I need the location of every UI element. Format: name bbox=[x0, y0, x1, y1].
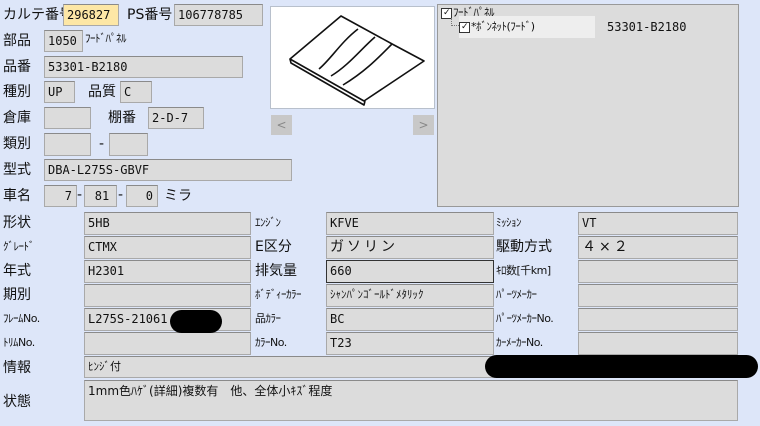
shelf-label: 棚番 bbox=[108, 110, 136, 126]
part-no-label: 品番 bbox=[3, 59, 31, 75]
grid-label: ﾊﾟｰﾂﾒｰｶｰNo. bbox=[496, 312, 554, 325]
grid-label: 形状 bbox=[3, 215, 31, 231]
grid-field[interactable]: ガソリン bbox=[326, 236, 494, 259]
car-label: 車名 bbox=[3, 188, 31, 204]
grid-field[interactable]: 660 bbox=[326, 260, 494, 283]
grid-field[interactable]: T23 bbox=[326, 332, 494, 355]
ps-no-field[interactable]: 106778785 bbox=[174, 4, 263, 26]
grid-field[interactable]: BC bbox=[326, 308, 494, 331]
grid-label: ｶｰﾒｰｶｰNo. bbox=[496, 336, 543, 349]
grid-field[interactable]: VT bbox=[578, 212, 738, 235]
car-sep-1: - bbox=[77, 187, 83, 203]
hood-panel-sketch bbox=[289, 15, 425, 106]
car-sep-2: - bbox=[118, 187, 124, 203]
grid-field[interactable]: CTMX bbox=[84, 236, 251, 259]
tree-connector bbox=[451, 18, 459, 26]
shelf-field[interactable]: 2-D-7 bbox=[148, 107, 204, 129]
grid-field[interactable] bbox=[84, 332, 251, 355]
state-label: 状態 bbox=[3, 394, 31, 410]
grid-label: ﾄﾘﾑNo. bbox=[3, 336, 35, 349]
part-label: 部品 bbox=[3, 33, 31, 49]
car-name: ミラ bbox=[164, 188, 192, 204]
part-no-field[interactable]: 53301-B2180 bbox=[44, 56, 243, 78]
grid-field[interactable]: H2301 bbox=[84, 260, 251, 283]
info-label: 情報 bbox=[3, 360, 31, 376]
checkbox-checked-icon[interactable]: ✓ bbox=[459, 21, 470, 33]
category-label: 類別 bbox=[3, 136, 31, 152]
warehouse-label: 倉庫 bbox=[3, 110, 31, 126]
grid-label: 駆動方式 bbox=[496, 239, 552, 255]
grid-label: E区分 bbox=[255, 239, 292, 255]
grid-field[interactable]: 5HB bbox=[84, 212, 251, 235]
kind-field[interactable]: UP bbox=[44, 81, 75, 103]
category-field-2[interactable] bbox=[109, 133, 148, 156]
karte-no-field[interactable]: 296827 bbox=[63, 4, 119, 26]
model-label: 型式 bbox=[3, 162, 31, 178]
category-field-1[interactable] bbox=[44, 133, 91, 156]
parts-tree[interactable]: ✓ ﾌｰﾄﾞﾊﾟﾈﾙ ✓ *ﾎﾞﾝﾈｯﾄ(ﾌｰﾄﾞ) 53301-B2180 bbox=[437, 4, 739, 207]
tree-child[interactable]: ✓ *ﾎﾞﾝﾈｯﾄ(ﾌｰﾄﾞ) 53301-B2180 bbox=[459, 16, 686, 38]
grid-field[interactable] bbox=[578, 260, 738, 283]
grid-label: 年式 bbox=[3, 263, 31, 279]
kind-label: 種別 bbox=[3, 84, 31, 100]
state-field[interactable]: 1mm色ﾊｹﾞ(詳細)複数有 他、全体小ｷｽﾞ程度 bbox=[84, 380, 738, 421]
grid-field[interactable] bbox=[84, 284, 251, 307]
redaction-mark bbox=[170, 310, 222, 333]
grid-label: ﾌﾚｰﾑNo. bbox=[3, 312, 40, 325]
grid-field[interactable] bbox=[578, 284, 738, 307]
grid-field[interactable] bbox=[578, 332, 738, 355]
checkbox-checked-icon[interactable]: ✓ bbox=[441, 7, 452, 19]
grid-label: ﾎﾞﾃﾞｨｰｶﾗｰ bbox=[255, 288, 302, 301]
prev-image-button[interactable]: < bbox=[271, 115, 292, 135]
part-name: ﾌｰﾄﾞﾊﾟﾈﾙ bbox=[85, 32, 127, 45]
ps-label: PS番号 bbox=[127, 7, 173, 23]
part-code-field[interactable]: 1050 bbox=[44, 30, 83, 52]
grid-label: ｷﾛ数[千km] bbox=[496, 264, 551, 277]
grid-field[interactable]: KFVE bbox=[326, 212, 494, 235]
grid-field[interactable]: L275S-21061 bbox=[84, 308, 251, 331]
grid-label: 期別 bbox=[3, 287, 31, 303]
grid-label: ｴﾝｼﾞﾝ bbox=[255, 216, 281, 229]
next-image-button[interactable]: > bbox=[413, 115, 434, 135]
grid-label: ﾊﾟｰﾂﾒｰｶｰ bbox=[496, 288, 537, 301]
grid-label: ｸﾞﾚｰﾄﾞ bbox=[3, 240, 35, 253]
grid-label: 排気量 bbox=[255, 263, 297, 279]
grid-field[interactable]: ４×２ bbox=[578, 236, 738, 259]
redaction-mark bbox=[485, 355, 758, 378]
grid-label: ﾐｯｼｮﾝ bbox=[496, 216, 522, 229]
grid-field[interactable]: ｼｬﾝﾊﾟﾝｺﾞｰﾙﾄﾞﾒﾀﾘｯｸ bbox=[326, 284, 494, 307]
grid-field[interactable] bbox=[578, 308, 738, 331]
tree-child-part-no: 53301-B2180 bbox=[607, 20, 687, 34]
car-field-3[interactable]: 0 bbox=[126, 185, 158, 207]
category-sep: - bbox=[99, 136, 105, 152]
quality-label: 品質 bbox=[88, 84, 116, 100]
part-image bbox=[270, 6, 435, 109]
car-field-1[interactable]: 7 bbox=[44, 185, 77, 207]
car-field-2[interactable]: 81 bbox=[84, 185, 117, 207]
quality-field[interactable]: C bbox=[120, 81, 152, 103]
warehouse-field[interactable] bbox=[44, 107, 91, 129]
grid-label: ｶﾗｰNo. bbox=[255, 336, 287, 349]
model-field[interactable]: DBA-L275S-GBVF bbox=[44, 159, 292, 181]
grid-label: 品ｶﾗｰ bbox=[255, 312, 281, 325]
tree-child-label: *ﾎﾞﾝﾈｯﾄ(ﾌｰﾄﾞ) bbox=[471, 20, 535, 33]
